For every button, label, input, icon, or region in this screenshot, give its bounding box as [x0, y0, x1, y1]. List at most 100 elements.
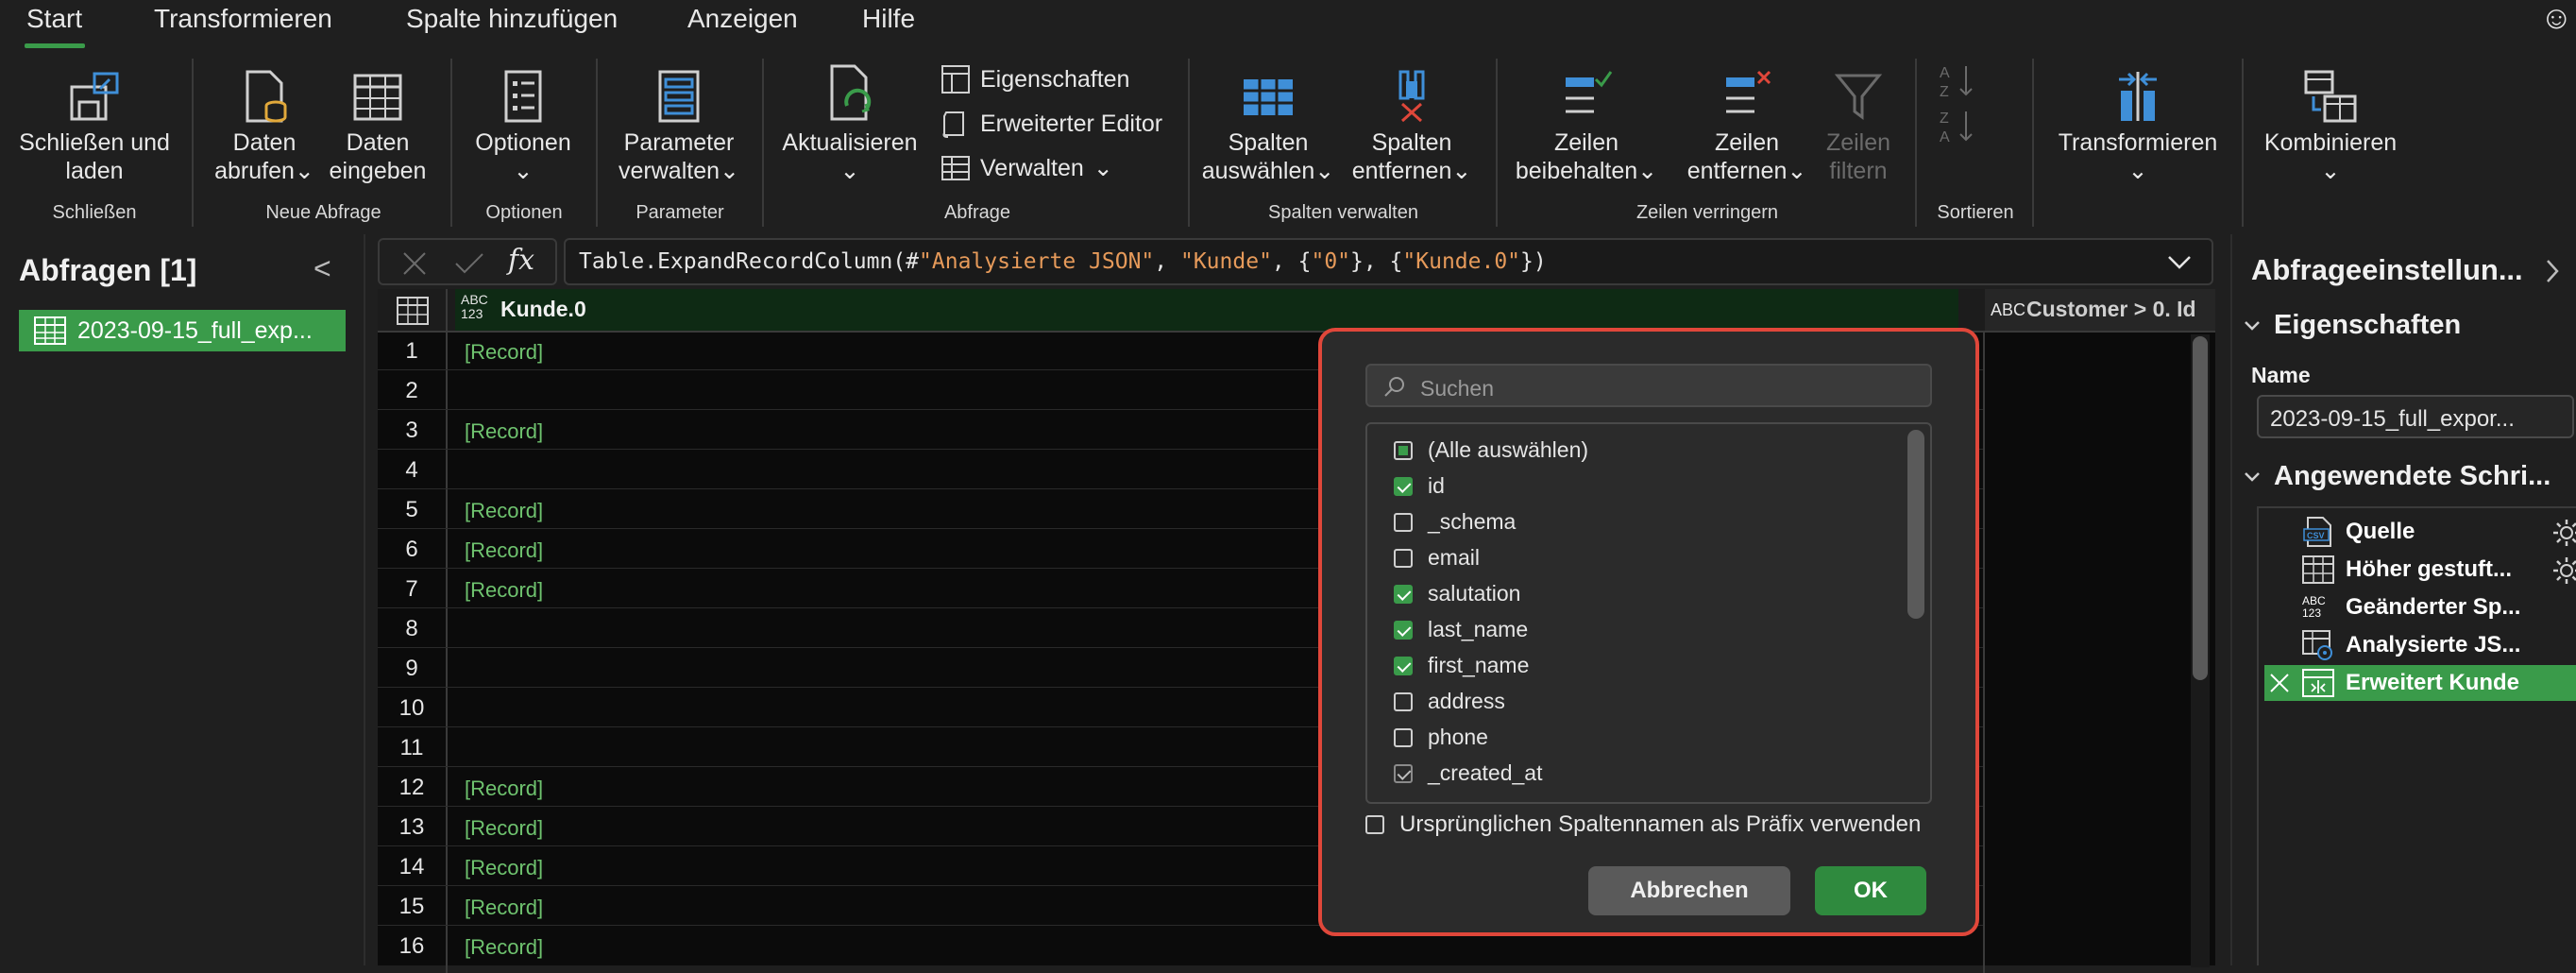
options-button[interactable]: Optionen ⌄	[463, 68, 584, 185]
abc-type-icon[interactable]: ABC	[1991, 300, 2025, 320]
list-item[interactable]: (Alle auswählen)	[1394, 437, 1588, 463]
gear-icon[interactable]	[2551, 518, 2576, 548]
list-item[interactable]: first_name	[1394, 653, 1529, 678]
cancel-button[interactable]: Abbrechen	[1588, 866, 1790, 915]
checkbox[interactable]	[1394, 584, 1413, 604]
filter-rows-button[interactable]: Zeilen filtern	[1813, 68, 1904, 185]
cell-value[interactable]: [Record]	[465, 816, 543, 841]
checkbox[interactable]	[1394, 512, 1413, 532]
checkbox[interactable]	[1394, 476, 1413, 496]
filter-rows-line1: Zeilen	[1825, 129, 1891, 156]
properties-section-header[interactable]: Eigenschaften	[2242, 310, 2461, 341]
list-item[interactable]: salutation	[1394, 581, 1520, 606]
row-number: 6	[405, 537, 418, 562]
checkbox[interactable]	[1394, 691, 1413, 711]
query-item[interactable]: 2023-09-15_full_exp...	[19, 310, 346, 351]
grid-scrollbar[interactable]	[2191, 334, 2210, 967]
chevron-down-icon: ⌄	[1093, 155, 1113, 181]
list-item[interactable]: _created_at	[1394, 760, 1542, 786]
prefix-option[interactable]: Ursprünglichen Spaltennamen als Präfix v…	[1365, 811, 1921, 838]
close-and-load-button[interactable]: Schließen und laden	[9, 68, 179, 185]
column-header-kunde[interactable]: ABC 123 Kunde.0	[455, 289, 2053, 331]
active-tab-indicator	[25, 43, 85, 48]
formula-input[interactable]: Table.ExpandRecordColumn(#"Analysierte J…	[564, 238, 2213, 285]
ok-button[interactable]: OK	[1815, 866, 1926, 915]
gear-icon[interactable]	[2551, 555, 2576, 586]
refresh-button[interactable]: Aktualisieren ⌄	[774, 62, 925, 185]
applied-steps-section-header[interactable]: Angewendete Schri...	[2242, 461, 2551, 492]
list-item[interactable]: email	[1394, 545, 1480, 571]
row-number: 13	[398, 814, 425, 840]
option-label: last_name	[1428, 617, 1529, 641]
chevron-right-icon[interactable]	[2542, 257, 2563, 285]
sort-descending-button[interactable]: ZA	[1938, 106, 1979, 152]
list-item[interactable]: phone	[1394, 725, 1488, 750]
grid-scrollbar-thumb[interactable]	[2193, 336, 2208, 680]
query-name-input[interactable]: 2023-09-15_full_expor...	[2257, 395, 2574, 438]
column-header-label: Customer > 0. Id	[2026, 297, 2196, 321]
checkbox[interactable]	[1394, 656, 1413, 675]
checkbox[interactable]	[1394, 620, 1413, 640]
tab-spalte-hinzufuegen[interactable]: Spalte hinzufügen	[406, 4, 618, 34]
confirm-check-icon[interactable]	[453, 249, 485, 278]
cell-value[interactable]: [Record]	[465, 935, 543, 960]
properties-button[interactable]: Eigenschaften	[941, 64, 1129, 94]
filter-rows-line2: filtern	[1829, 158, 1888, 184]
list-scrollbar[interactable]	[1904, 426, 1928, 800]
cell-value[interactable]: [Record]	[465, 419, 543, 444]
remove-rows-button[interactable]: Zeilen entfernen⌄	[1673, 68, 1821, 185]
cell-value[interactable]: [Record]	[465, 777, 543, 801]
feedback-smiley-icon[interactable]: ☺	[2540, 0, 2573, 37]
step-item[interactable]: ABC 123 Geänderter Sp...	[2264, 589, 2576, 625]
list-item[interactable]: address	[1394, 689, 1505, 714]
step-item[interactable]: CSV Quelle	[2264, 514, 2576, 550]
list-item[interactable]: last_name	[1394, 617, 1528, 642]
tab-anzeigen[interactable]: Anzeigen	[687, 4, 798, 34]
cell-value[interactable]: [Record]	[465, 538, 543, 563]
query-item-label: 2023-09-15_full_exp...	[77, 316, 313, 344]
checkbox[interactable]	[1394, 763, 1413, 783]
enter-data-button[interactable]: Daten eingeben	[321, 68, 434, 185]
list-item[interactable]: id	[1394, 473, 1445, 499]
column-header-label: Kunde.0	[500, 297, 586, 321]
checkbox[interactable]	[1394, 548, 1413, 568]
list-scrollbar-thumb[interactable]	[1907, 430, 1924, 619]
cell-value[interactable]: [Record]	[465, 499, 543, 523]
tab-transformieren[interactable]: Transformieren	[154, 4, 332, 34]
table-menu-icon[interactable]	[397, 297, 429, 325]
manage-button[interactable]: Verwalten ⌄	[941, 153, 1113, 183]
transform-button[interactable]: Transformieren ⌄	[2045, 68, 2230, 185]
expand-formula-chevron-icon[interactable]	[2165, 251, 2194, 274]
ribbon-separator	[2242, 59, 2244, 227]
delete-step-x-icon[interactable]	[2268, 672, 2291, 694]
abc123-type-icon[interactable]: ABC 123	[461, 293, 488, 321]
step-item-selected[interactable]: Erweitert Kunde	[2264, 665, 2576, 701]
combine-button[interactable]: Kombinieren ⌄	[2255, 68, 2406, 185]
checkbox[interactable]	[1394, 727, 1413, 747]
close-load-line2: laden	[65, 158, 124, 184]
select-all-checkbox[interactable]	[1394, 440, 1413, 460]
cell-value[interactable]: [Record]	[465, 340, 543, 365]
manage-parameters-button[interactable]: Parameter verwalten⌄	[609, 68, 749, 185]
tab-hilfe[interactable]: Hilfe	[862, 4, 915, 34]
list-item[interactable]: _schema	[1394, 509, 1516, 535]
collapse-panel-icon[interactable]: <	[314, 251, 331, 286]
keep-rows-button[interactable]: Zeilen beibehalten⌄	[1511, 68, 1662, 185]
column-header-customer-id[interactable]: ABC Customer > 0. Id	[1985, 289, 2215, 331]
step-item[interactable]: Analysierte JS...	[2264, 627, 2576, 663]
cancel-x-icon[interactable]	[400, 249, 429, 278]
cell-value[interactable]: [Record]	[465, 896, 543, 920]
step-item[interactable]: Höher gestuft...	[2264, 552, 2576, 588]
prefix-checkbox[interactable]	[1365, 815, 1384, 834]
cell-value[interactable]: [Record]	[465, 856, 543, 880]
option-label: first_name	[1428, 653, 1530, 677]
tab-start[interactable]: Start	[26, 4, 82, 34]
cell-value[interactable]: [Record]	[465, 578, 543, 603]
advanced-editor-button[interactable]: Erweiterter Editor	[941, 109, 1162, 139]
sort-ascending-button[interactable]: AZ	[1938, 60, 1979, 107]
fx-icon[interactable]: fx	[508, 244, 534, 277]
search-field[interactable]: Suchen	[1365, 364, 1932, 407]
remove-columns-button[interactable]: Spalten entfernen⌄	[1341, 68, 1483, 185]
get-data-button[interactable]: Daten abrufen⌄	[203, 68, 326, 185]
choose-columns-button[interactable]: Spalten auswählen⌄	[1199, 68, 1337, 185]
